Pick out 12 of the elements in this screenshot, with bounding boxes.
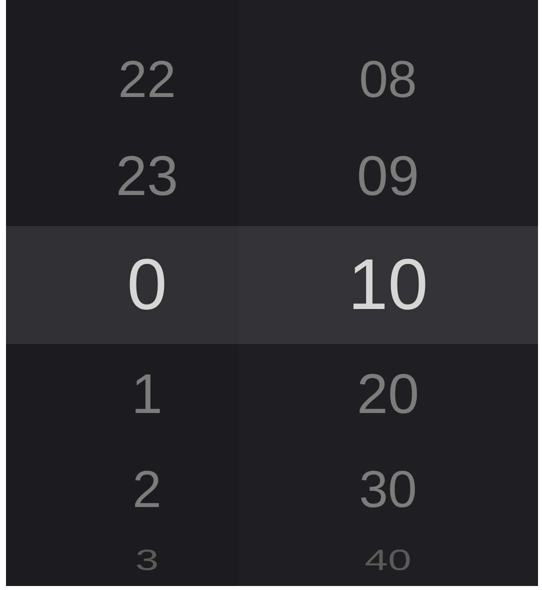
picker-option[interactable]: 20 bbox=[238, 344, 538, 444]
picker-option[interactable]: 08 bbox=[238, 34, 538, 126]
picker-option[interactable]: 23 bbox=[6, 126, 238, 226]
picker-option[interactable]: 3 bbox=[6, 536, 238, 584]
picker-option[interactable]: 09 bbox=[238, 126, 538, 226]
picker-option[interactable]: 0 bbox=[6, 226, 238, 344]
picker-option[interactable]: 1 bbox=[6, 344, 238, 444]
picker-option[interactable]: 40 bbox=[238, 536, 538, 584]
picker-option[interactable]: 30 bbox=[238, 444, 538, 536]
picker-option[interactable]: 10 bbox=[238, 226, 538, 344]
picker-option[interactable]: 22 bbox=[6, 34, 238, 126]
picker-option[interactable]: 2 bbox=[6, 444, 238, 536]
